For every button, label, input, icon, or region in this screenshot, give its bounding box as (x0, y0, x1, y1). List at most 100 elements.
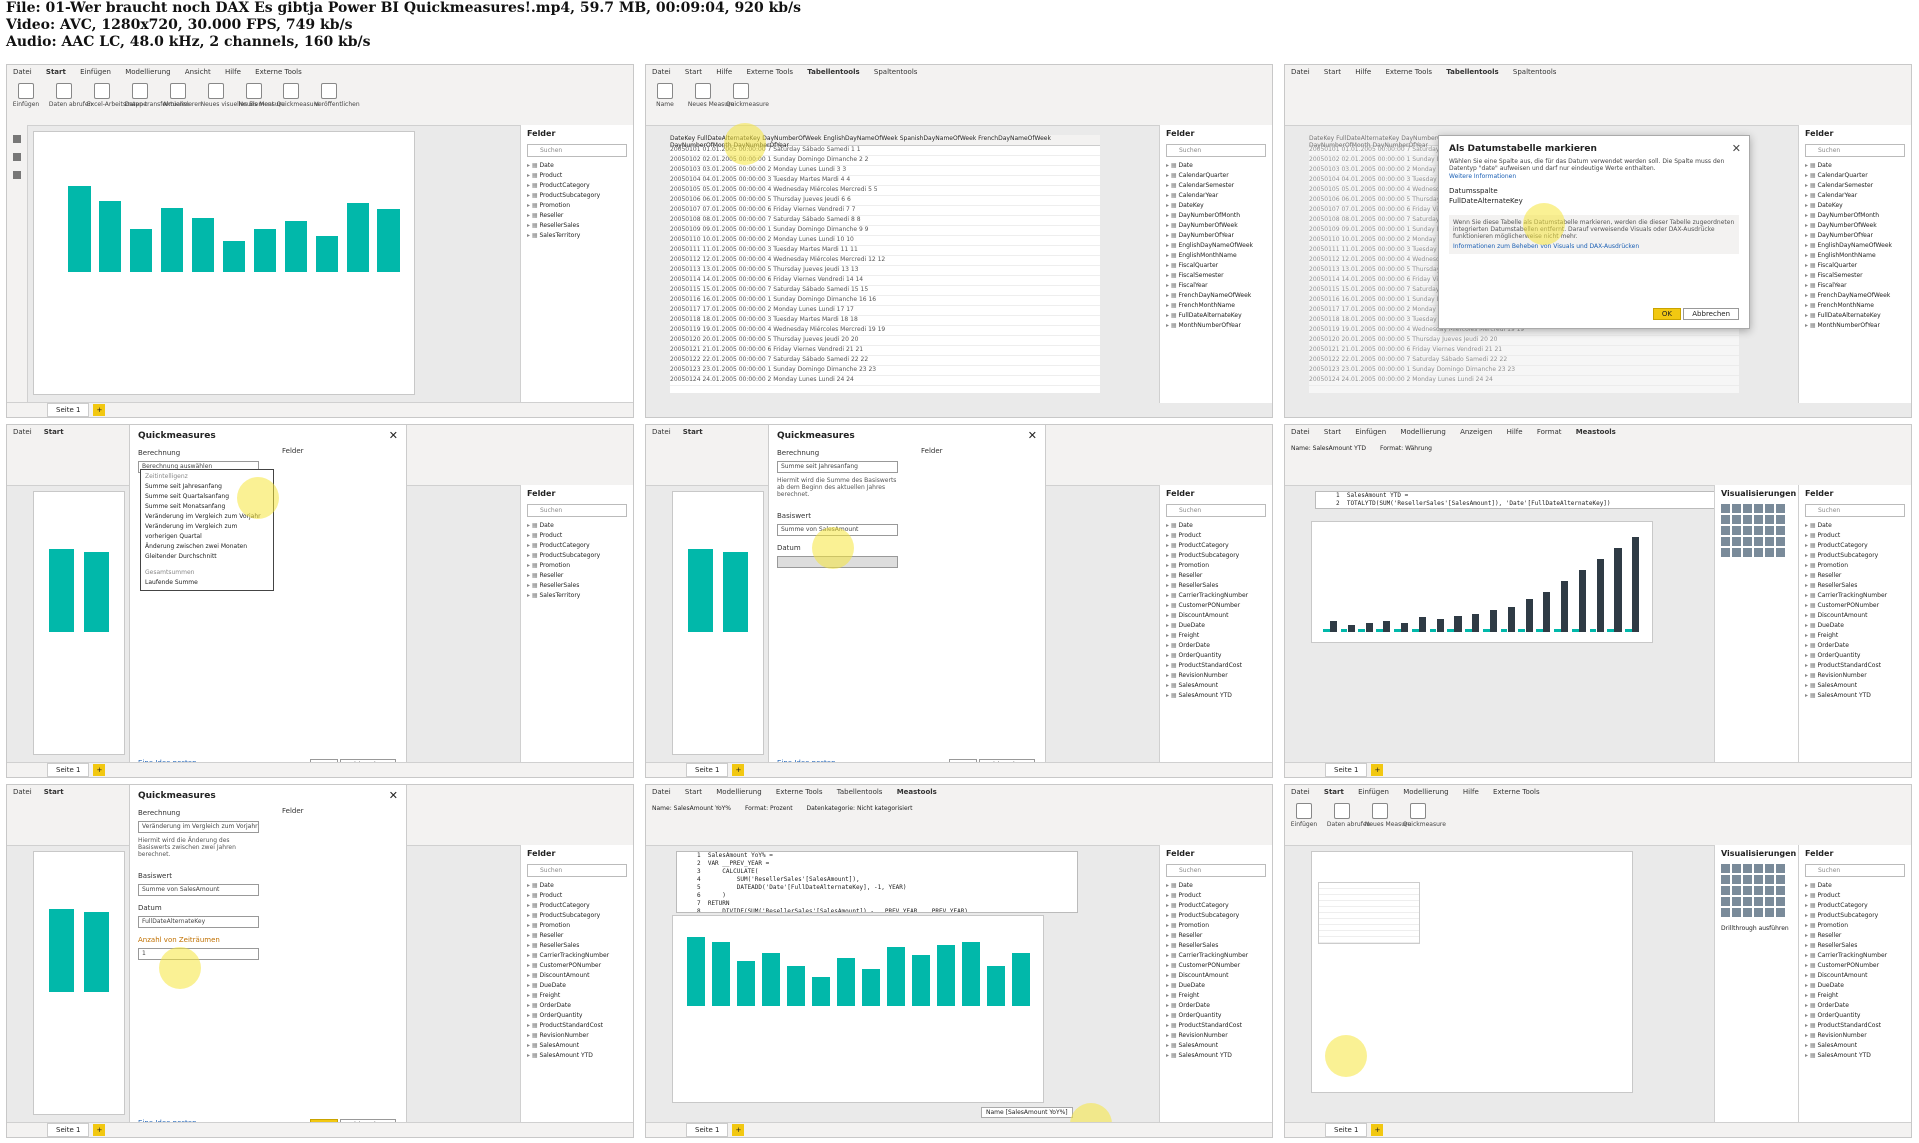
transform-button[interactable]: Daten transformieren (125, 83, 189, 108)
visual-type-icon[interactable] (1732, 537, 1741, 546)
tab-start[interactable]: Start (677, 425, 709, 439)
tab-format[interactable]: Format (1531, 425, 1568, 439)
page-tab[interactable]: Seite 1 (47, 763, 90, 777)
field-item[interactable]: OrderDate (1805, 1001, 1905, 1011)
fields-search[interactable]: Suchen (1805, 144, 1905, 157)
fields-search[interactable]: Suchen (527, 144, 627, 157)
tab-start[interactable]: Start (679, 65, 708, 79)
formula-bar[interactable]: 1 SalesAmount YTD = 2 TOTALYTD(SUM('Rese… (1315, 491, 1717, 509)
chart-bar-sales[interactable] (1518, 629, 1526, 632)
add-page-button[interactable]: + (93, 1124, 106, 1136)
field-item[interactable]: EnglishMonthName (1805, 251, 1905, 261)
report-canvas[interactable] (33, 491, 125, 755)
measure-format[interactable]: Format: Währung (1380, 445, 1432, 452)
chart-bar[interactable] (48, 549, 75, 632)
chart-bar-ytd[interactable] (1454, 615, 1462, 632)
field-item[interactable]: Promotion (527, 921, 627, 931)
visual-type-icon[interactable] (1754, 908, 1763, 917)
visual-type-icon[interactable] (1743, 886, 1752, 895)
visual-type-icon[interactable] (1765, 908, 1774, 917)
table-visual[interactable] (1318, 882, 1420, 944)
chart-bar-ytd[interactable] (1490, 610, 1498, 632)
data-table[interactable]: DateKey FullDateAlternateKey DayNumberOf… (670, 135, 1100, 393)
field-item[interactable]: Date (527, 161, 627, 171)
chart-bar-ytd[interactable] (1578, 570, 1586, 632)
field-item[interactable]: CustomerPONumber (1805, 601, 1905, 611)
add-page-button[interactable]: + (732, 764, 745, 776)
field-item[interactable]: Freight (1805, 991, 1905, 1001)
field-item[interactable]: ResellerSales (1805, 581, 1905, 591)
field-item[interactable]: ProductCategory (1805, 541, 1905, 551)
chart-bar[interactable] (83, 552, 110, 632)
field-item[interactable]: DayNumberOfMonth (1805, 211, 1905, 221)
visual-type-icon[interactable] (1776, 504, 1785, 513)
tab-datei[interactable]: Datei (646, 785, 677, 799)
field-item[interactable]: ProductSubcategory (1805, 911, 1905, 921)
tab-einfuegen[interactable]: Einfügen (1349, 425, 1392, 439)
add-page-button[interactable]: + (1371, 764, 1384, 776)
field-item[interactable]: Date (1166, 161, 1266, 171)
chart-bar-sales[interactable] (1429, 629, 1437, 632)
tab-modellierung[interactable]: Modellierung (1397, 785, 1454, 799)
visual-type-icon[interactable] (1754, 886, 1763, 895)
tab-datei[interactable]: Datei (7, 425, 38, 439)
visual-type-icon[interactable] (1765, 548, 1774, 557)
field-item[interactable]: OrderQuantity (1805, 1011, 1905, 1021)
field-item[interactable]: ProductSubcategory (527, 191, 627, 201)
visual-type-icon[interactable] (1732, 504, 1741, 513)
visual-type-icon[interactable] (1721, 548, 1730, 557)
field-item[interactable]: SalesAmount (527, 1041, 627, 1051)
field-item[interactable]: ProductCategory (1805, 901, 1905, 911)
chart-bar-sales[interactable] (1607, 629, 1615, 632)
visual-type-icon[interactable] (1743, 864, 1752, 873)
tab-hilfe[interactable]: Hilfe (219, 65, 247, 79)
chart-bar[interactable] (68, 186, 91, 272)
chart-bar[interactable] (686, 936, 705, 1006)
field-item[interactable]: FullDateAlternateKey (1805, 311, 1905, 321)
field-item[interactable]: Reseller (1805, 931, 1905, 941)
field-item[interactable]: Promotion (1805, 561, 1905, 571)
chart-bar[interactable] (961, 942, 980, 1006)
date-column-select[interactable]: FullDateAlternateKey (1449, 197, 1589, 205)
field-item[interactable]: Freight (1166, 991, 1266, 1001)
new-measure-button[interactable]: Neues Measure (1365, 803, 1411, 828)
field-item[interactable]: FiscalYear (1805, 281, 1905, 291)
chart-bar-ytd[interactable] (1507, 606, 1515, 632)
table-row[interactable]: 20050103 03.01.2005 00:00:00 2 Monday Lu… (670, 166, 1100, 176)
visual-types-grid[interactable] (1721, 864, 1793, 917)
chart-bar-sales[interactable] (1465, 629, 1472, 632)
tab-tabellentools[interactable]: Tabellentools (801, 65, 865, 79)
table-row[interactable]: 20050110 10.01.2005 00:00:00 2 Monday Lu… (670, 236, 1100, 246)
field-item[interactable]: FiscalSemester (1166, 271, 1266, 281)
field-item[interactable]: DueDate (1166, 981, 1266, 991)
add-page-button[interactable]: + (93, 404, 106, 416)
chart-bar-sales[interactable] (1554, 629, 1561, 632)
visual-type-icon[interactable] (1776, 548, 1785, 557)
visual-type-icon[interactable] (1776, 908, 1785, 917)
bar-chart[interactable] (683, 926, 1033, 1006)
visual-type-icon[interactable] (1721, 537, 1730, 546)
field-item[interactable]: DayNumberOfYear (1805, 231, 1905, 241)
tab-start[interactable]: Start (40, 65, 72, 79)
report-canvas[interactable] (33, 131, 415, 395)
field-item[interactable]: SalesAmount YTD (1805, 1051, 1905, 1061)
option-item[interactable]: Änderung zwischen zwei Monaten (145, 542, 269, 552)
chart-bar[interactable] (687, 549, 714, 632)
field-item[interactable]: DayNumberOfMonth (1166, 211, 1266, 221)
field-item[interactable]: DueDate (527, 981, 627, 991)
tab-start[interactable]: Start (1318, 65, 1347, 79)
field-item[interactable]: CalendarSemester (1805, 181, 1905, 191)
chart-bar[interactable] (861, 968, 880, 1006)
table-row[interactable]: 20050114 14.01.2005 00:00:00 6 Friday Vi… (670, 276, 1100, 286)
tab-tabellentools[interactable]: Tabellentools (831, 785, 889, 799)
visual-type-icon[interactable] (1754, 548, 1763, 557)
field-item[interactable]: CarrierTrackingNumber (1166, 951, 1266, 961)
field-item[interactable]: FrenchMonthName (1805, 301, 1905, 311)
visual-type-icon[interactable] (1732, 875, 1741, 884)
field-item[interactable]: ProductCategory (527, 181, 627, 191)
field-item[interactable]: Reseller (1166, 571, 1266, 581)
visual-type-icon[interactable] (1732, 526, 1741, 535)
field-item[interactable]: ProductStandardCost (1166, 661, 1266, 671)
field-item[interactable]: SalesTerritory (527, 231, 627, 241)
field-item[interactable]: FrenchMonthName (1166, 301, 1266, 311)
